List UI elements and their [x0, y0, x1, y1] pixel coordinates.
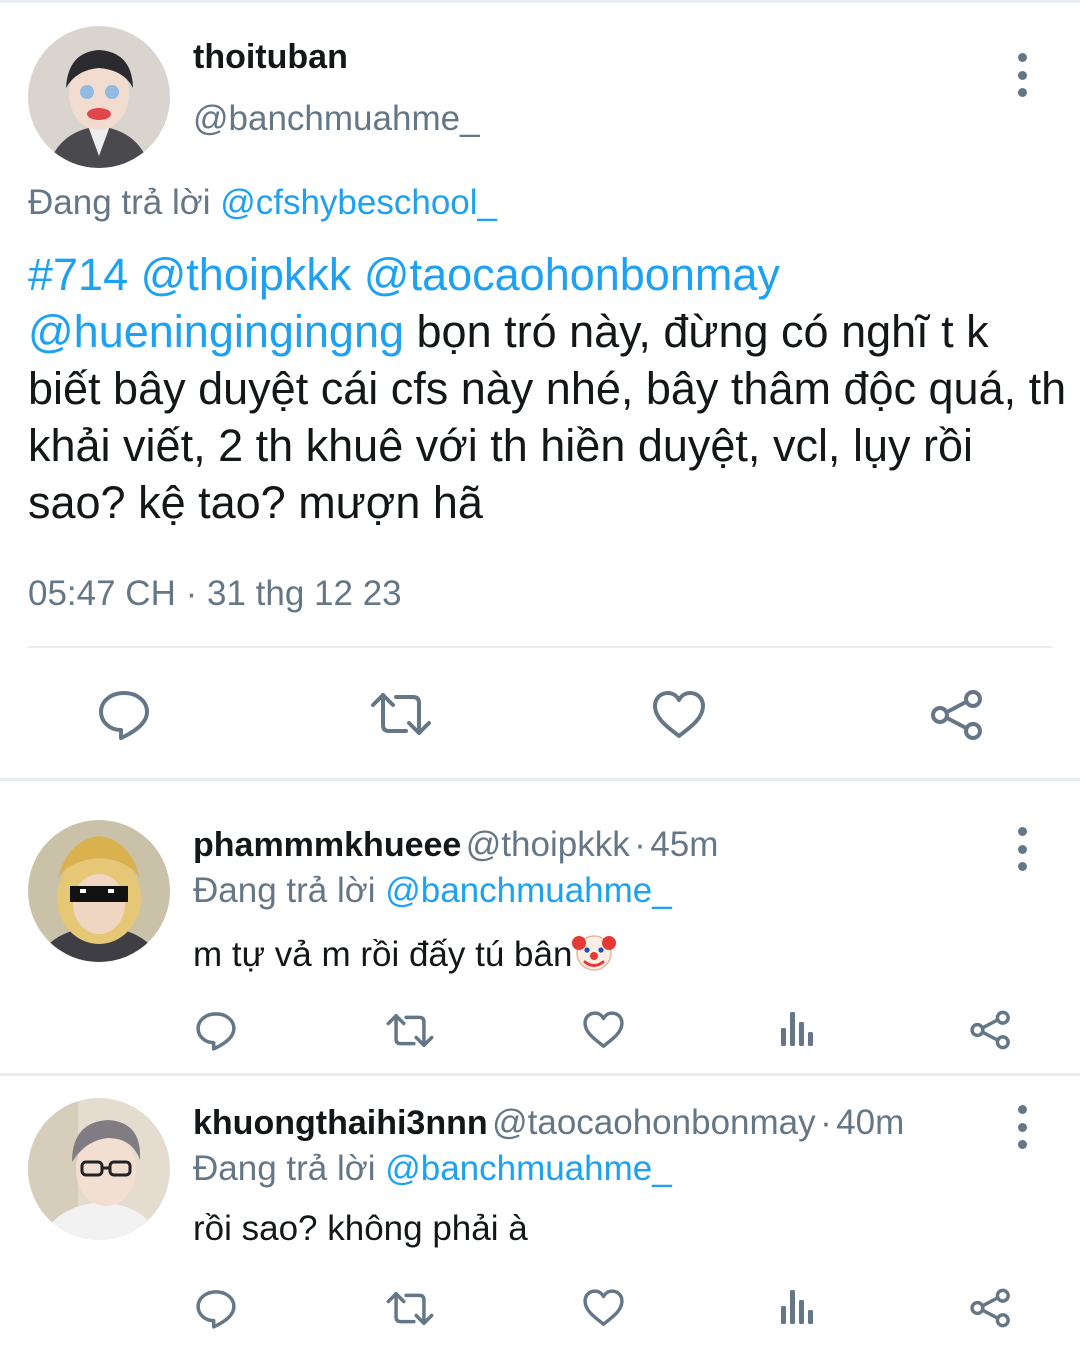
replying-to-line: Đang trả lời @cfshybeschool_	[28, 183, 497, 223]
replying-to-line: Đang trả lời @banchmuahme_	[193, 1149, 672, 1189]
reply-icon[interactable]	[195, 1010, 237, 1052]
replying-label: Đang trả lời	[193, 1149, 376, 1188]
reply-body: m tự vả m rồi đấy tú bân	[193, 931, 617, 975]
share-icon[interactable]	[969, 1287, 1012, 1329]
handle[interactable]: @thoipkkk	[466, 825, 630, 864]
divider	[0, 1073, 1080, 1076]
retweet-icon[interactable]	[386, 1011, 434, 1050]
reply-icon[interactable]	[97, 688, 151, 742]
replying-to-link[interactable]: @banchmuahme_	[385, 871, 672, 910]
mention-link[interactable]: @hueningingingng	[28, 306, 404, 357]
divider	[28, 646, 1052, 648]
replying-label: Đang trả lời	[193, 871, 376, 910]
more-options-icon[interactable]	[1012, 827, 1032, 871]
tweet-age: 45m	[650, 825, 719, 864]
timestamp[interactable]: 05:47 CH · 31 thg 12 23	[28, 574, 402, 614]
handle[interactable]: @taocaohonbonmay	[492, 1103, 816, 1142]
top-border	[0, 0, 1080, 3]
separator-dot: ·	[185, 574, 198, 613]
divider	[0, 778, 1080, 781]
hashtag-link[interactable]: #714	[28, 249, 128, 300]
reply-text: rồi sao? không phải à	[193, 1209, 528, 1248]
analytics-icon[interactable]	[779, 1010, 815, 1048]
replying-to-link[interactable]: @banchmuahme_	[385, 1149, 672, 1188]
share-icon[interactable]	[969, 1009, 1012, 1051]
more-options-icon[interactable]	[1012, 53, 1032, 97]
share-icon[interactable]	[929, 688, 985, 742]
like-icon[interactable]	[582, 1010, 625, 1050]
tweet-age: 40m	[836, 1103, 905, 1142]
tweet-body: #714 @thoipkkk @taocaohonbonmay @huening…	[28, 246, 1068, 531]
avatar[interactable]	[28, 1098, 170, 1240]
clown-face-icon	[572, 931, 617, 973]
like-icon[interactable]	[582, 1288, 625, 1328]
display-name[interactable]: phammmkhueee	[193, 826, 461, 864]
reply-text: m tự vả m rồi đấy tú bân	[193, 935, 573, 974]
display-name[interactable]: thoituban	[193, 38, 348, 77]
separator-dot: ·	[820, 1103, 832, 1142]
retweet-icon[interactable]	[370, 689, 432, 739]
analytics-icon[interactable]	[779, 1288, 815, 1326]
tweet-date: 31 thg 12 23	[207, 574, 402, 613]
replying-label: Đang trả lời	[28, 183, 211, 222]
mention-link[interactable]: @thoipkkk	[141, 249, 352, 300]
avatar[interactable]	[28, 26, 170, 168]
like-icon[interactable]	[651, 689, 707, 741]
avatar[interactable]	[28, 820, 170, 962]
tweet-time: 05:47 CH	[28, 574, 176, 613]
display-name[interactable]: khuongthaihi3nnn	[193, 1104, 488, 1142]
replying-to-link[interactable]: @cfshybeschool_	[220, 183, 497, 222]
mention-link[interactable]: @taocaohonbonmay	[364, 249, 780, 300]
separator-dot: ·	[634, 825, 646, 864]
reply-header: phammmkhueee @thoipkkk · 45m	[193, 825, 718, 865]
handle[interactable]: @banchmuahme_	[193, 99, 480, 139]
replying-to-line: Đang trả lời @banchmuahme_	[193, 871, 672, 911]
reply-icon[interactable]	[195, 1288, 237, 1330]
retweet-icon[interactable]	[386, 1289, 434, 1328]
more-options-icon[interactable]	[1012, 1105, 1032, 1149]
reply-body: rồi sao? không phải à	[193, 1209, 528, 1249]
reply-header: khuongthaihi3nnn @taocaohonbonmay · 40m	[193, 1103, 904, 1143]
